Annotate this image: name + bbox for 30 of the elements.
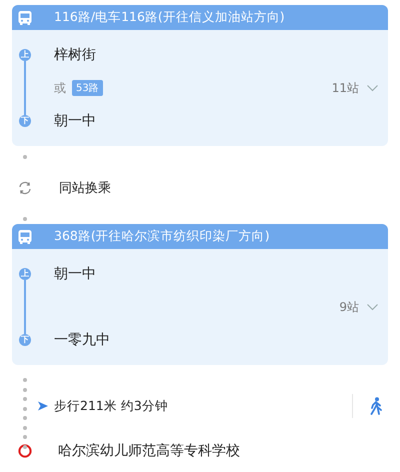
- stop-count[interactable]: 9站: [339, 298, 359, 316]
- dot: [23, 217, 27, 221]
- alight-stop: 朝一中: [54, 112, 97, 130]
- board-badge: 上: [19, 268, 31, 280]
- arrow-icon: [38, 401, 48, 411]
- dot: [23, 155, 27, 159]
- route-title: 116路/电车116路(开往信义加油站方向): [54, 9, 285, 26]
- stop-count[interactable]: 11站: [332, 80, 359, 96]
- alight-badge: 下: [19, 334, 31, 346]
- alight-stop: 一零九中: [54, 331, 111, 349]
- route-line: [24, 61, 26, 115]
- board-stop: 梓树街: [54, 46, 97, 64]
- dotted-path: [23, 378, 27, 448]
- alight-badge: 下: [19, 115, 31, 127]
- board-badge: 上: [19, 49, 31, 61]
- destination-icon: [18, 444, 32, 458]
- route-title: 368路(开往哈尔滨市纺织印染厂方向): [54, 228, 270, 245]
- or-label: 或: [54, 80, 66, 96]
- destination-name: 哈尔滨幼儿师范高等专科学校: [58, 442, 240, 460]
- route-line: [24, 280, 26, 334]
- alt-route-tag[interactable]: 53路: [72, 80, 103, 96]
- bus-icon: [17, 228, 33, 244]
- bus-icon: [17, 10, 33, 26]
- transfer-label: 同站换乘: [59, 180, 111, 197]
- transfer-icon: [17, 180, 33, 196]
- board-stop: 朝一中: [54, 265, 97, 283]
- walk-info: 步行211米 约3分钟: [54, 398, 169, 414]
- chevron-down-icon: [367, 304, 378, 310]
- walking-person-icon[interactable]: [369, 397, 383, 415]
- chevron-down-icon: [367, 84, 378, 92]
